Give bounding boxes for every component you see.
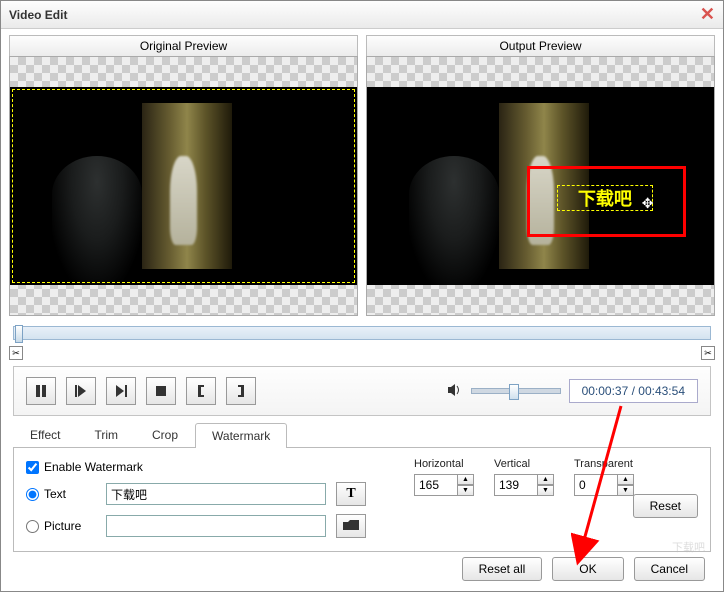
output-preview[interactable]: 下载吧 ✥ xyxy=(366,56,715,316)
horizontal-label: Horizontal xyxy=(414,458,474,470)
position-controls: Horizontal ▲▼ Vertical ▲▼ Transparent ▲▼ xyxy=(414,458,634,496)
transparent-up[interactable]: ▲ xyxy=(618,474,634,485)
trim-start-handle[interactable]: ✂ xyxy=(9,346,23,360)
video-edit-window: Video Edit ✕ Original Preview Output Pre… xyxy=(0,0,724,592)
transparent-down[interactable]: ▼ xyxy=(618,485,634,496)
watermark-panel: Enable Watermark Text T Picture Horizont… xyxy=(13,448,711,552)
original-preview[interactable] xyxy=(9,56,358,316)
watermark-drag-region[interactable]: 下载吧 ✥ xyxy=(557,185,652,211)
tab-trim[interactable]: Trim xyxy=(77,422,135,447)
horizontal-input[interactable] xyxy=(414,474,458,496)
tab-effect[interactable]: Effect xyxy=(13,422,77,447)
tab-bar: Effect Trim Crop Watermark xyxy=(13,422,711,448)
output-preview-col: Output Preview 下载吧 ✥ xyxy=(366,35,715,316)
enable-watermark-checkbox[interactable]: Enable Watermark xyxy=(26,460,143,474)
text-radio-label: Text xyxy=(44,487,66,501)
text-format-button[interactable]: T xyxy=(336,482,366,506)
timeline[interactable] xyxy=(13,326,711,340)
vertical-spinner[interactable]: ▲▼ xyxy=(494,474,554,496)
transparent-input[interactable] xyxy=(574,474,618,496)
crop-selection[interactable] xyxy=(12,89,355,283)
cancel-button[interactable]: Cancel xyxy=(634,557,705,581)
preview-row: Original Preview Output Preview xyxy=(1,29,723,320)
transparent-label: Transparent xyxy=(574,458,634,470)
volume-slider[interactable] xyxy=(471,388,561,394)
mark-out-button[interactable] xyxy=(226,377,256,405)
original-preview-col: Original Preview xyxy=(9,35,358,316)
horizontal-down[interactable]: ▼ xyxy=(458,485,474,496)
reset-button[interactable]: Reset xyxy=(633,494,698,518)
time-display: 00:00:37 / 00:43:54 xyxy=(569,379,698,403)
picture-radio-input[interactable] xyxy=(26,520,39,533)
enable-watermark-input[interactable] xyxy=(26,461,39,474)
vertical-down[interactable]: ▼ xyxy=(538,485,554,496)
volume-icon[interactable] xyxy=(447,382,463,401)
dialog-buttons: Reset all OK Cancel xyxy=(462,557,705,581)
playback-controls: 00:00:37 / 00:43:54 xyxy=(13,366,711,416)
watermark-picture-input[interactable] xyxy=(106,515,326,537)
ok-button[interactable]: OK xyxy=(552,557,623,581)
close-icon[interactable]: ✕ xyxy=(700,4,715,25)
vertical-label: Vertical xyxy=(494,458,554,470)
output-video: 下载吧 ✥ xyxy=(367,87,714,285)
horizontal-up[interactable]: ▲ xyxy=(458,474,474,485)
enable-watermark-label: Enable Watermark xyxy=(44,460,143,474)
transparent-spinner[interactable]: ▲▼ xyxy=(574,474,634,496)
output-preview-label: Output Preview xyxy=(366,35,715,57)
mark-in-button[interactable] xyxy=(186,377,216,405)
next-button[interactable] xyxy=(106,377,136,405)
move-handle-icon[interactable]: ✥ xyxy=(642,195,654,212)
tab-crop[interactable]: Crop xyxy=(135,422,195,447)
picture-radio-label: Picture xyxy=(44,519,81,533)
stop-button[interactable] xyxy=(146,377,176,405)
picture-radio[interactable]: Picture xyxy=(26,519,96,533)
horizontal-spinner[interactable]: ▲▼ xyxy=(414,474,474,496)
reset-all-button[interactable]: Reset all xyxy=(462,557,543,581)
text-radio[interactable]: Text xyxy=(26,487,96,501)
vertical-up[interactable]: ▲ xyxy=(538,474,554,485)
text-radio-input[interactable] xyxy=(26,488,39,501)
tab-watermark[interactable]: Watermark xyxy=(195,423,287,448)
watermark-text-input[interactable] xyxy=(106,483,326,505)
watermark-box[interactable]: 下载吧 ✥ xyxy=(527,166,687,237)
vertical-input[interactable] xyxy=(494,474,538,496)
volume-thumb[interactable] xyxy=(509,384,519,400)
original-preview-label: Original Preview xyxy=(9,35,358,57)
trim-handles: ✂ ✂ xyxy=(9,346,715,360)
step-frame-button[interactable] xyxy=(66,377,96,405)
titlebar: Video Edit ✕ xyxy=(1,1,723,29)
playhead[interactable] xyxy=(15,325,23,343)
original-video xyxy=(10,87,357,285)
trim-end-handle[interactable]: ✂ xyxy=(701,346,715,360)
watermark-preview-text: 下载吧 xyxy=(578,185,632,211)
pause-button[interactable] xyxy=(26,377,56,405)
browse-picture-button[interactable] xyxy=(336,514,366,538)
window-title: Video Edit xyxy=(9,8,700,22)
